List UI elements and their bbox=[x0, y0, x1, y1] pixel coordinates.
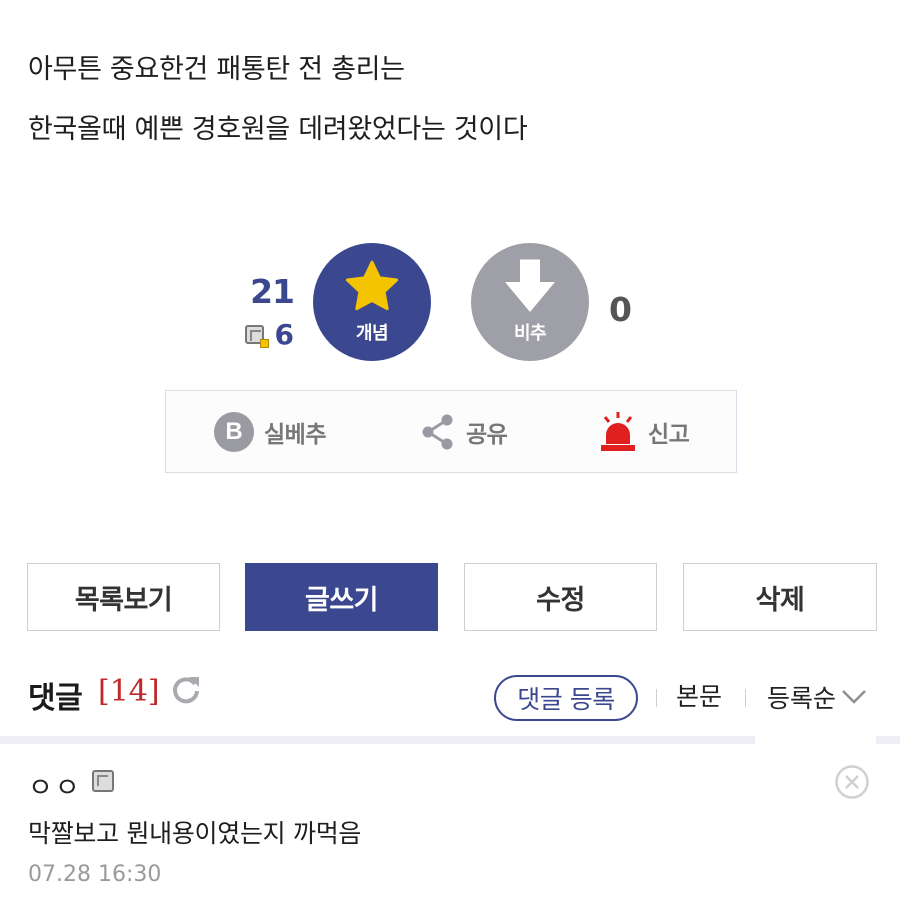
divider bbox=[745, 689, 746, 707]
comment-user-nick: ㅇㅇ bbox=[28, 773, 82, 804]
report-button[interactable]: 신고 bbox=[598, 411, 690, 453]
close-icon[interactable] bbox=[834, 764, 870, 800]
sort-label: 등록순 bbox=[767, 684, 837, 713]
arrow-down-icon bbox=[505, 259, 555, 312]
refresh-icon[interactable] bbox=[170, 673, 202, 705]
edit-button[interactable]: 수정 bbox=[464, 563, 657, 631]
comment-count: [14] bbox=[98, 674, 160, 709]
share-label: 공유 bbox=[466, 422, 508, 448]
best-badge-icon: B bbox=[214, 412, 254, 452]
comment-item: ㅇㅇ 막짤보고 뭔내용이였는지 까먹음 07.28 16:30 bbox=[0, 744, 900, 911]
fixed-nick-upvote-row: 6 bbox=[244, 318, 294, 351]
comment-text: 막짤보고 뭔내용이였는지 까먹음 bbox=[28, 819, 362, 848]
post-button-row: 목록보기 글쓰기 수정 삭제 bbox=[27, 563, 877, 631]
report-label: 신고 bbox=[648, 422, 690, 448]
share-button[interactable]: 공유 bbox=[420, 411, 508, 453]
upvote-label: 개념 bbox=[355, 323, 389, 344]
list-button[interactable]: 목록보기 bbox=[27, 563, 220, 631]
comment-register-button[interactable]: 댓글 등록 bbox=[494, 675, 638, 721]
write-button[interactable]: 글쓰기 bbox=[245, 563, 438, 631]
sort-dropdown[interactable]: 등록순 bbox=[767, 679, 868, 715]
comment-user[interactable]: ㅇㅇ bbox=[28, 766, 114, 805]
downvote-label: 비추 bbox=[513, 323, 547, 344]
downvote-button[interactable]: 비추 bbox=[471, 243, 589, 361]
body-link[interactable]: 본문 bbox=[676, 677, 722, 713]
downvote-count: 0 bbox=[609, 290, 632, 329]
share-icon bbox=[422, 414, 453, 450]
star-icon bbox=[345, 260, 399, 311]
upvote-count: 21 bbox=[250, 272, 295, 311]
comment-header: 댓글 [14] 댓글 등록 본문 등록순 bbox=[0, 655, 900, 737]
comment-date: 07.28 16:30 bbox=[28, 862, 162, 887]
fixed-nick-icon bbox=[244, 324, 269, 348]
fixed-nick-upvote-count: 6 bbox=[274, 318, 294, 351]
post-action-box: B 실베추 공유 신고 bbox=[165, 390, 737, 473]
nick-icon bbox=[91, 769, 114, 792]
best-recommend-button[interactable]: B 실베추 bbox=[214, 411, 326, 453]
chevron-down-icon bbox=[842, 690, 866, 704]
comment-title: 댓글 bbox=[28, 681, 83, 716]
siren-icon bbox=[601, 412, 635, 451]
post-line-2: 한국올때 예쁜 경호원을 데려왔었다는 것이다 bbox=[28, 114, 528, 145]
delete-button[interactable]: 삭제 bbox=[683, 563, 877, 631]
best-recommend-label: 실베추 bbox=[264, 422, 326, 448]
post-body: 아무튼 중요한건 패통탄 전 총리는 한국올때 예쁜 경호원을 데려왔었다는 것… bbox=[28, 55, 878, 175]
upvote-button[interactable]: 개념 bbox=[313, 243, 431, 361]
comment-header-divider bbox=[0, 736, 900, 744]
vote-area: 21 6 개념 비추 0 bbox=[0, 240, 900, 364]
post-line-1: 아무튼 중요한건 패통탄 전 총리는 bbox=[28, 54, 405, 85]
divider bbox=[656, 689, 657, 707]
